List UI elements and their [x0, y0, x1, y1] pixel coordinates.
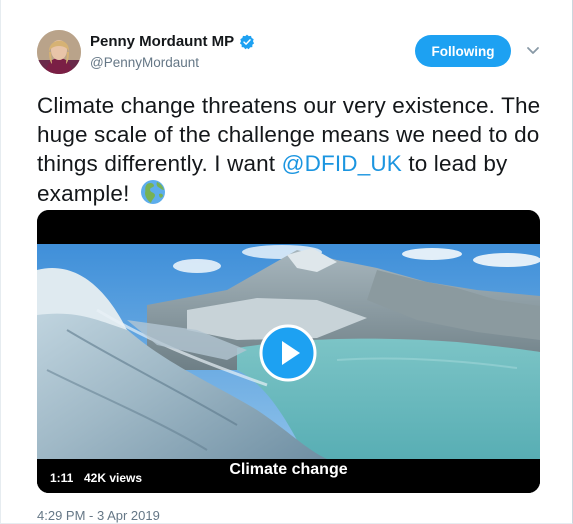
handle[interactable]: @PennyMordaunt	[90, 55, 199, 70]
chevron-down-icon[interactable]	[525, 44, 541, 58]
video-duration: 1:11	[45, 469, 79, 487]
globe-americas-icon	[139, 178, 167, 206]
tweet-text: Climate change threatens our very existe…	[37, 91, 557, 208]
verified-badge-icon	[239, 34, 255, 50]
avatar[interactable]	[37, 30, 81, 74]
tweet-timestamp[interactable]: 4:29 PM - 3 Apr 2019	[37, 508, 160, 523]
play-button-icon[interactable]	[259, 324, 317, 382]
following-button[interactable]: Following	[415, 35, 511, 67]
mention-link[interactable]: @DFID_UK	[282, 151, 402, 176]
display-name[interactable]: Penny Mordaunt MP	[90, 33, 234, 50]
video-player[interactable]: Climate change 1:11 42K views	[37, 210, 540, 493]
video-view-count: 42K views	[79, 469, 148, 487]
tweet-card: Penny Mordaunt MP @PennyMordaunt Followi…	[0, 0, 573, 524]
